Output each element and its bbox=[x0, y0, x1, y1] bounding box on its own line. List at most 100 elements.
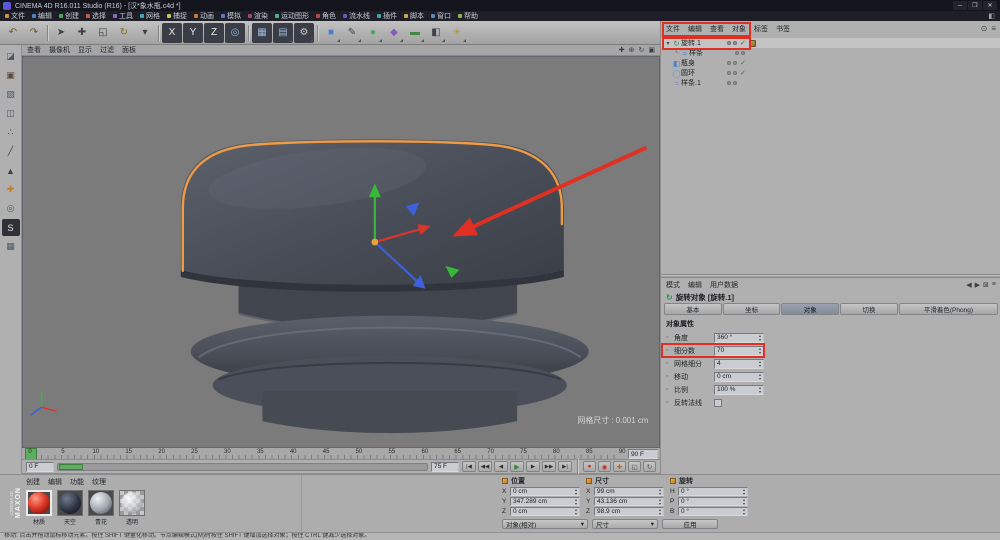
visibility-dot-editor[interactable] bbox=[727, 61, 731, 65]
coord-field[interactable]: 347.289 cm▴▾ bbox=[510, 497, 580, 506]
material-item-3[interactable]: 透明 bbox=[118, 490, 146, 526]
spinner-down-icon[interactable]: ▾ bbox=[575, 502, 577, 506]
visibility-dot-editor[interactable] bbox=[727, 81, 731, 85]
coord-field[interactable]: 43.136 cm▴▾ bbox=[594, 497, 664, 506]
viewport-canvas[interactable]: 网格尺寸 : 0.001 cm bbox=[22, 56, 660, 448]
menu-item-6[interactable]: 捕捉 bbox=[167, 11, 187, 21]
timeline-ruler[interactable]: 051015202530354045505560657075808590 90 … bbox=[22, 448, 660, 460]
spinner-down-icon[interactable]: ▾ bbox=[759, 364, 761, 368]
material-menu-1[interactable]: 编辑 bbox=[48, 477, 62, 487]
am-menu-1[interactable]: 编辑 bbox=[688, 280, 702, 290]
spinner-down-icon[interactable]: ▾ bbox=[743, 502, 745, 506]
viewport-menu-2[interactable]: 显示 bbox=[78, 45, 92, 55]
apply-button[interactable]: 应用 bbox=[662, 519, 718, 529]
tree-toggle[interactable]: ▾ bbox=[664, 40, 672, 47]
tag-icon[interactable] bbox=[749, 40, 756, 47]
coord-field[interactable]: 0 °▴▾ bbox=[678, 497, 748, 506]
toolbar-coordinate-system-button[interactable]: ◎ bbox=[225, 23, 245, 43]
burger-icon[interactable]: ≡ bbox=[992, 281, 996, 289]
spinner[interactable]: ▴▾ bbox=[659, 508, 661, 515]
rotate-view-icon[interactable]: ↻ bbox=[639, 46, 645, 54]
spinner-down-icon[interactable]: ▾ bbox=[575, 492, 577, 496]
toolbar-last-tool-button[interactable]: ▾ bbox=[135, 23, 155, 43]
spinner[interactable]: ▴▾ bbox=[659, 498, 661, 505]
spinner-down-icon[interactable]: ▾ bbox=[659, 492, 661, 496]
anim-dot-icon[interactable]: ◦ bbox=[666, 360, 674, 367]
menu-item-10[interactable]: 运动图形 bbox=[275, 11, 309, 21]
spinner[interactable]: ▴▾ bbox=[759, 347, 761, 354]
menu-item-15[interactable]: 窗口 bbox=[431, 11, 451, 21]
spinner[interactable]: ▴▾ bbox=[575, 498, 577, 505]
spinner-down-icon[interactable]: ▾ bbox=[743, 512, 745, 516]
attribute-tab-3[interactable]: 切换 bbox=[840, 303, 898, 315]
enabled-check-icon[interactable]: ✓ bbox=[740, 39, 746, 47]
toolbar-rotate-button[interactable]: ↻ bbox=[114, 23, 134, 43]
menu-item-4[interactable]: 工具 bbox=[113, 11, 133, 21]
axis-origin[interactable] bbox=[371, 239, 378, 246]
lefttool-workplane-mode-button[interactable]: ◫ bbox=[2, 105, 20, 122]
menu-item-12[interactable]: 流水线 bbox=[343, 11, 370, 21]
menu-item-9[interactable]: 渲染 bbox=[248, 11, 268, 21]
attribute-value-field[interactable]: 100 %▴▾ bbox=[714, 385, 764, 395]
transport-next-key-button[interactable]: ▶▶ bbox=[542, 461, 556, 472]
attribute-value-field[interactable]: 360 °▴▾ bbox=[714, 333, 764, 343]
viewport-menu-3[interactable]: 过滤 bbox=[100, 45, 114, 55]
toolbar-add-spline-button[interactable]: ✎ bbox=[342, 23, 362, 43]
toggle-view-icon[interactable]: ▣ bbox=[648, 46, 655, 54]
menu-item-8[interactable]: 模拟 bbox=[221, 11, 241, 21]
lefttool-model-mode-button[interactable]: ▣ bbox=[2, 67, 20, 84]
coord-field[interactable]: 0 cm▴▾ bbox=[510, 487, 580, 496]
forward-icon[interactable]: ▶ bbox=[975, 281, 980, 289]
coord-field[interactable]: 98.9 cm▴▾ bbox=[594, 507, 664, 516]
om-menu-4[interactable]: 标签 bbox=[754, 24, 768, 34]
toolbar-lock-z-button[interactable]: Z bbox=[204, 23, 224, 43]
model-base[interactable] bbox=[262, 391, 517, 433]
lefttool-viewport-solo-button[interactable]: ◎ bbox=[2, 200, 20, 217]
lefttool-edges-mode-button[interactable]: ╱ bbox=[2, 143, 20, 160]
menu-item-2[interactable]: 创建 bbox=[59, 11, 79, 21]
om-menu-3[interactable]: 对象 bbox=[732, 24, 746, 34]
spinner-down-icon[interactable]: ▾ bbox=[575, 512, 577, 516]
object-row-4[interactable]: ≈样条.1 bbox=[661, 78, 1000, 88]
material-thumbnail[interactable] bbox=[88, 490, 114, 516]
toolbar-add-primitive-button[interactable]: ■ bbox=[321, 23, 341, 43]
lock-icon[interactable]: ⊠ bbox=[983, 281, 989, 289]
om-menu-2[interactable]: 查看 bbox=[710, 24, 724, 34]
spinner-down-icon[interactable]: ▾ bbox=[743, 492, 745, 496]
material-menu-2[interactable]: 功能 bbox=[70, 477, 84, 487]
timeline-slider-thumb[interactable] bbox=[59, 464, 83, 470]
size-mode-dropdown[interactable]: 尺寸 ▾ bbox=[592, 519, 658, 529]
transport-play-button[interactable]: ▶ bbox=[510, 461, 524, 472]
spinner[interactable]: ▴▾ bbox=[575, 508, 577, 515]
material-menu-3[interactable]: 纹理 bbox=[92, 477, 106, 487]
anim-dot-icon[interactable]: ◦ bbox=[666, 399, 674, 406]
attribute-value-field[interactable]: 70▴▾ bbox=[714, 346, 764, 356]
lefttool-enable-snap-button[interactable]: S bbox=[2, 219, 20, 236]
back-icon[interactable]: ◀ bbox=[966, 281, 971, 289]
transport-prev-key-button[interactable]: ◀◀ bbox=[478, 461, 492, 472]
toolbar-undo-button[interactable]: ↶ bbox=[3, 23, 23, 43]
visibility-dot-render[interactable] bbox=[733, 81, 737, 85]
transport-autokey-button[interactable]: ◉ bbox=[598, 461, 611, 472]
anim-dot-icon[interactable]: ◦ bbox=[666, 347, 674, 354]
menu-item-5[interactable]: 网格 bbox=[140, 11, 160, 21]
viewport-menu-4[interactable]: 面板 bbox=[122, 45, 136, 55]
transport-goto-start-button[interactable]: |◀ bbox=[462, 461, 476, 472]
menu-item-3[interactable]: 选择 bbox=[86, 11, 106, 21]
material-item-1[interactable]: 天空 bbox=[56, 490, 84, 526]
lefttool-enable-axis-button[interactable]: ✚ bbox=[2, 181, 20, 198]
menu-item-14[interactable]: 脚本 bbox=[404, 11, 424, 21]
toolbar-scale-button[interactable]: ◱ bbox=[93, 23, 113, 43]
transport-record-rotation-button[interactable]: ↻ bbox=[643, 461, 656, 472]
material-thumbnail[interactable] bbox=[57, 490, 83, 516]
transport-record-scale-button[interactable]: ◱ bbox=[628, 461, 641, 472]
attribute-value-field[interactable]: 0 cm▴▾ bbox=[714, 372, 764, 382]
material-thumbnail[interactable] bbox=[119, 490, 145, 516]
zoom-view-icon[interactable]: ⊕ bbox=[629, 46, 635, 54]
material-thumbnail[interactable] bbox=[26, 490, 52, 516]
anim-dot-icon[interactable]: ◦ bbox=[666, 334, 674, 341]
spinner-down-icon[interactable]: ▾ bbox=[759, 338, 761, 342]
spinner[interactable]: ▴▾ bbox=[743, 498, 745, 505]
toolbar-add-environment-button[interactable]: ▬ bbox=[405, 23, 425, 43]
enabled-check-icon[interactable]: ✓ bbox=[740, 59, 746, 67]
